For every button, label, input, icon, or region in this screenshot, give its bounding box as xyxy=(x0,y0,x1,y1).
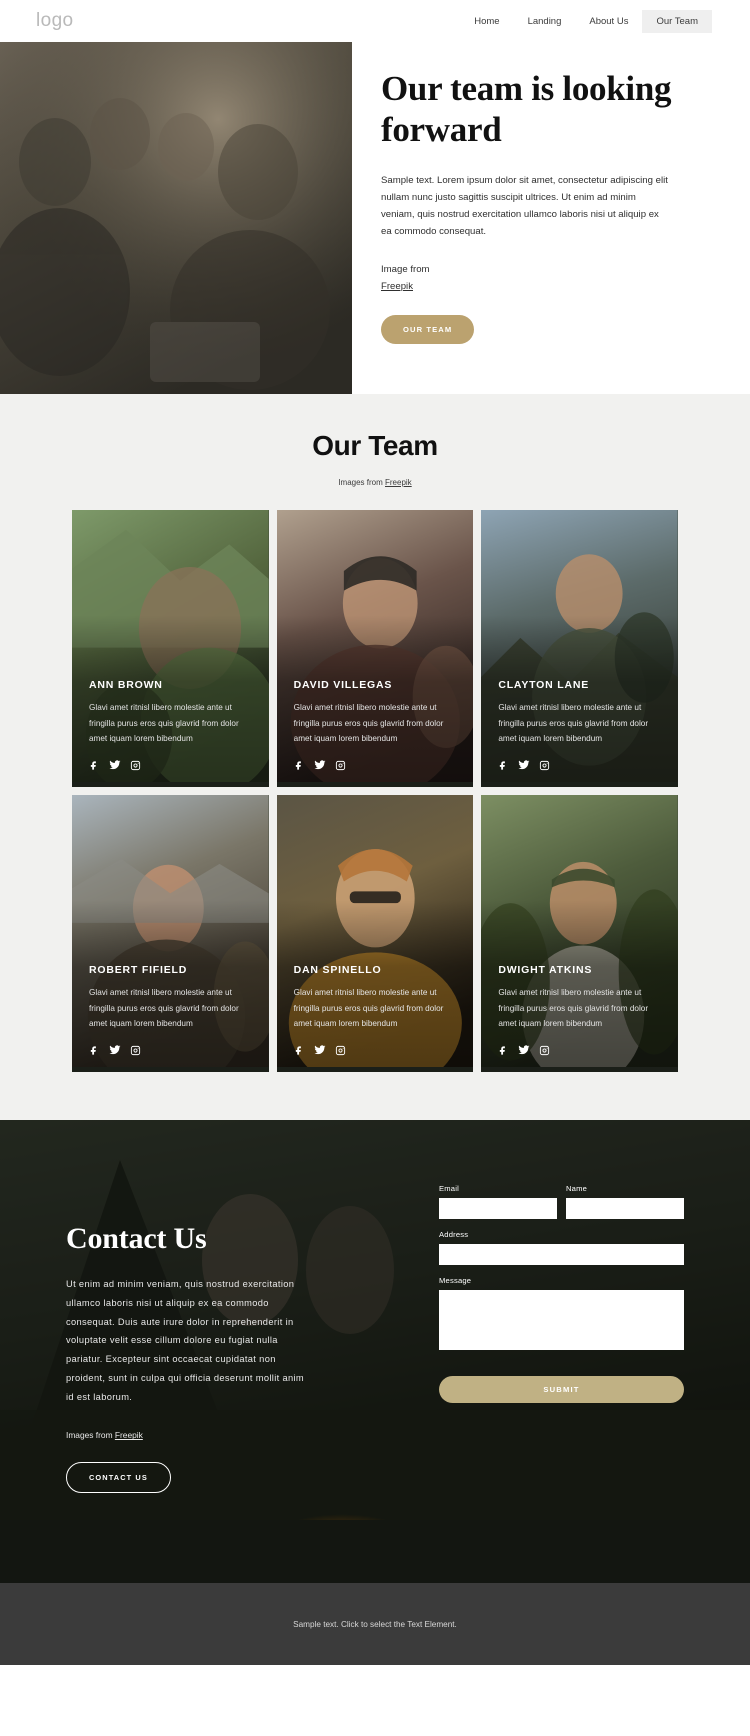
contact-credit-prefix: Images from xyxy=(66,1430,115,1441)
twitter-icon[interactable] xyxy=(109,759,121,771)
social-links xyxy=(294,1044,457,1056)
hero-body-text: Sample text. Lorem ipsum dolor sit amet,… xyxy=(381,174,668,238)
team-grid: ANN BROWN Glavi amet ritnisl libero mole… xyxy=(72,510,678,1072)
nav-links: Home Landing About Us Our Team xyxy=(460,9,712,33)
team-image-credit: Images from Freepik xyxy=(0,478,750,487)
card-body: DAVID VILLEGAS Glavi amet ritnisl libero… xyxy=(277,679,474,771)
nav-link-landing[interactable]: Landing xyxy=(514,10,576,33)
contact-title: Contact Us xyxy=(66,1222,207,1255)
form-row-email-name: Email Name xyxy=(439,1184,684,1230)
twitter-icon[interactable] xyxy=(518,1044,530,1056)
contact-credit-link[interactable]: Freepik xyxy=(115,1430,143,1440)
team-member-description: Glavi amet ritnisl libero molestie ante … xyxy=(89,988,239,1028)
contact-form: Email Name Address Message SUBMIT xyxy=(439,1180,684,1493)
team-member-description: Glavi amet ritnisl libero molestie ante … xyxy=(293,703,444,743)
team-member-description: Glavi amet ritnisl libero molestie ante … xyxy=(498,988,649,1028)
team-credit-prefix: Images from xyxy=(338,478,385,487)
team-member-name: DAN SPINELLO xyxy=(293,964,382,977)
email-input[interactable] xyxy=(439,1198,557,1219)
facebook-icon[interactable] xyxy=(89,1045,100,1056)
instagram-icon[interactable] xyxy=(539,760,550,771)
footer-text[interactable]: Sample text. Click to select the Text El… xyxy=(293,1620,457,1629)
name-label: Name xyxy=(566,1184,588,1193)
social-links xyxy=(498,1044,661,1056)
message-textarea[interactable] xyxy=(439,1290,684,1350)
card-body: ROBERT FIFIELD Glavi amet ritnisl libero… xyxy=(72,964,269,1056)
facebook-icon[interactable] xyxy=(294,1045,305,1056)
address-field-group: Address xyxy=(439,1230,684,1265)
team-member-description: Glavi amet ritnisl libero molestie ante … xyxy=(293,988,444,1028)
team-member-name: CLAYTON LANE xyxy=(498,679,590,692)
twitter-icon[interactable] xyxy=(109,1044,121,1056)
hero-section: Our team is looking forward Sample text.… xyxy=(0,42,750,394)
team-card[interactable]: ROBERT FIFIELD Glavi amet ritnisl libero… xyxy=(72,795,269,1072)
message-label: Message xyxy=(439,1276,472,1285)
social-links xyxy=(89,759,252,771)
email-field-group: Email xyxy=(439,1184,557,1219)
footer: Sample text. Click to select the Text El… xyxy=(0,1583,750,1666)
submit-button[interactable]: SUBMIT xyxy=(439,1376,684,1403)
instagram-icon[interactable] xyxy=(130,1045,141,1056)
hero-our-team-button[interactable]: OUR TEAM xyxy=(381,315,475,345)
contact-us-button[interactable]: CONTACT US xyxy=(66,1462,171,1494)
team-section: Our Team Images from Freepik ANN BROWN G… xyxy=(0,394,750,1120)
team-member-name: DAVID VILLEGAS xyxy=(293,679,393,692)
team-heading: Our Team xyxy=(312,430,438,461)
instagram-icon[interactable] xyxy=(130,760,141,771)
facebook-icon[interactable] xyxy=(294,760,305,771)
team-member-description: Glavi amet ritnisl libero molestie ante … xyxy=(498,703,649,743)
hero-credit-link[interactable]: Freepik xyxy=(381,281,413,292)
instagram-icon[interactable] xyxy=(539,1045,550,1056)
facebook-icon[interactable] xyxy=(89,760,100,771)
instagram-icon[interactable] xyxy=(335,760,346,771)
team-card[interactable]: CLAYTON LANE Glavi amet ritnisl libero m… xyxy=(481,510,678,787)
team-member-name: DWIGHT ATKINS xyxy=(498,964,593,977)
address-input[interactable] xyxy=(439,1244,684,1265)
name-input[interactable] xyxy=(566,1198,684,1219)
social-links xyxy=(294,759,457,771)
hero-title: Our team is looking forward xyxy=(381,69,672,149)
team-member-description: Glavi amet ritnisl libero molestie ante … xyxy=(89,703,239,743)
hero-copy: Our team is looking forward Sample text.… xyxy=(352,42,750,394)
card-body: DWIGHT ATKINS Glavi amet ritnisl libero … xyxy=(481,964,678,1056)
social-links xyxy=(89,1044,252,1056)
instagram-icon[interactable] xyxy=(335,1045,346,1056)
address-label: Address xyxy=(439,1230,469,1239)
twitter-icon[interactable] xyxy=(518,759,530,771)
card-body: DAN SPINELLO Glavi amet ritnisl libero m… xyxy=(277,964,474,1056)
hero-image-graphic xyxy=(0,42,352,394)
hero-image xyxy=(0,42,352,394)
nav-link-our-team[interactable]: Our Team xyxy=(642,9,712,33)
name-field-group: Name xyxy=(566,1184,684,1219)
contact-image-credit: Images from Freepik xyxy=(66,1430,366,1440)
team-member-name: ROBERT FIFIELD xyxy=(89,964,188,977)
team-member-name: ANN BROWN xyxy=(89,679,163,692)
email-label: Email xyxy=(439,1184,459,1193)
social-links xyxy=(498,759,661,771)
hero-image-credit: Image from Freepik xyxy=(381,261,672,295)
team-card[interactable]: ANN BROWN Glavi amet ritnisl libero mole… xyxy=(72,510,269,787)
contact-section: Contact Us Ut enim ad minim veniam, quis… xyxy=(0,1120,750,1584)
nav-link-about-us[interactable]: About Us xyxy=(575,10,642,33)
team-credit-link[interactable]: Freepik xyxy=(385,478,412,487)
site-logo[interactable]: logo xyxy=(36,10,74,32)
card-body: ANN BROWN Glavi amet ritnisl libero mole… xyxy=(72,679,269,771)
twitter-icon[interactable] xyxy=(314,759,326,771)
contact-body-text: Ut enim ad minim veniam, quis nostrud ex… xyxy=(66,1279,305,1402)
team-card[interactable]: DAVID VILLEGAS Glavi amet ritnisl libero… xyxy=(276,510,474,787)
hero-credit-label: Image from xyxy=(381,264,430,276)
card-body: CLAYTON LANE Glavi amet ritnisl libero m… xyxy=(481,679,678,771)
contact-left-column: Contact Us Ut enim ad minim veniam, quis… xyxy=(66,1180,366,1494)
team-card[interactable]: DWIGHT ATKINS Glavi amet ritnisl libero … xyxy=(481,795,678,1072)
top-navigation-bar: logo Home Landing About Us Our Team xyxy=(0,0,750,42)
facebook-icon[interactable] xyxy=(498,760,509,771)
twitter-icon[interactable] xyxy=(314,1044,326,1056)
contact-inner: Contact Us Ut enim ad minim veniam, quis… xyxy=(66,1180,684,1494)
message-field-group: Message xyxy=(439,1276,684,1355)
nav-link-home[interactable]: Home xyxy=(460,10,513,33)
team-card[interactable]: DAN SPINELLO Glavi amet ritnisl libero m… xyxy=(276,795,474,1072)
facebook-icon[interactable] xyxy=(498,1045,509,1056)
